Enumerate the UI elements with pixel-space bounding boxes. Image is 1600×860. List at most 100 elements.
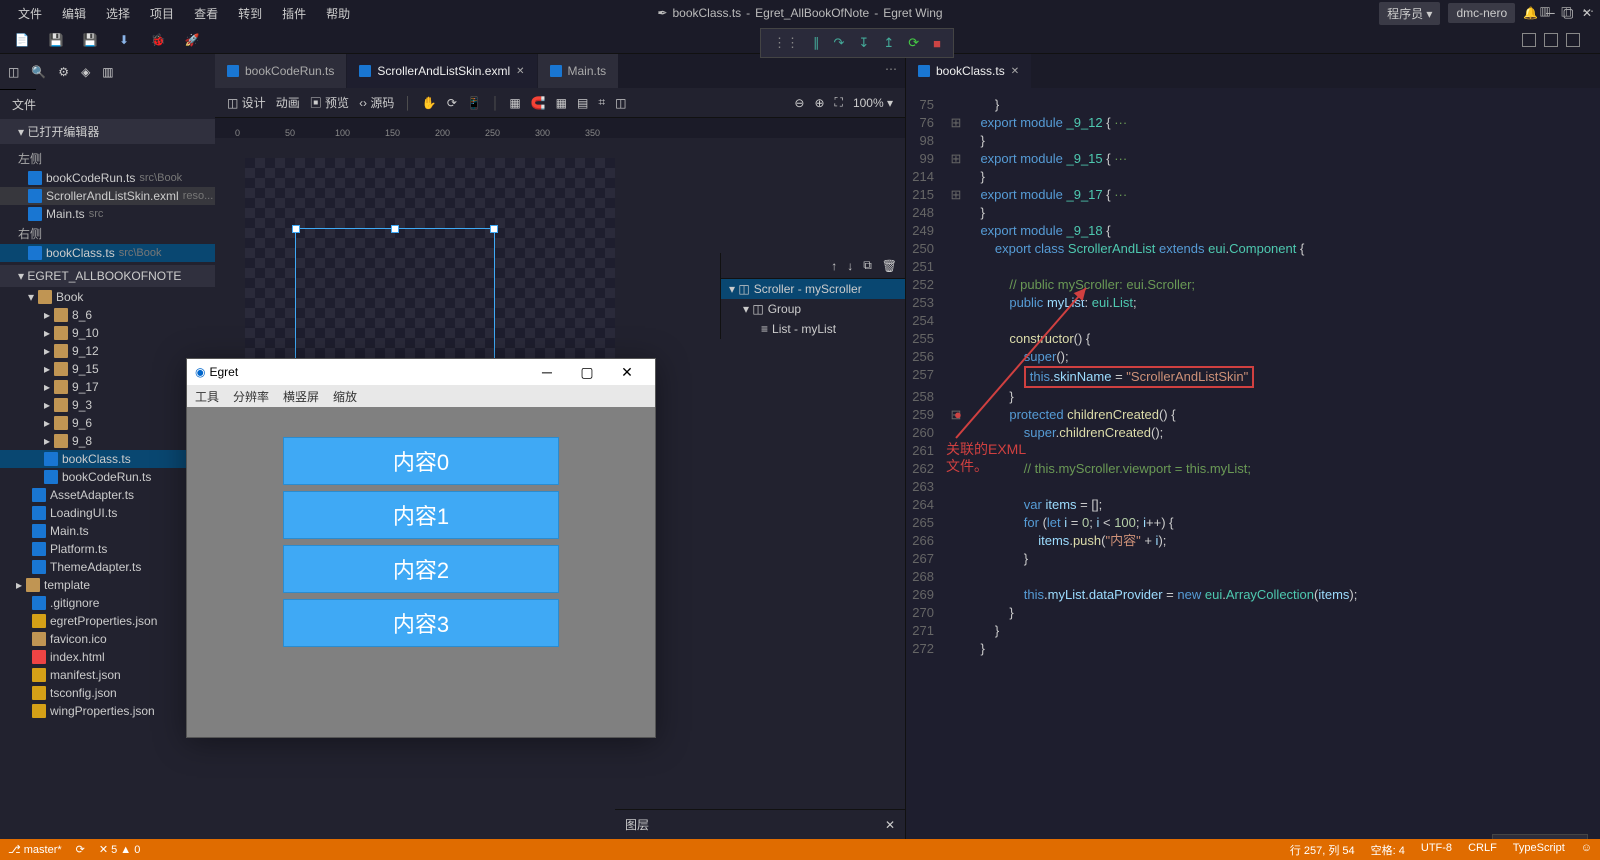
folder-book[interactable]: ▾Book bbox=[0, 288, 215, 306]
egret-minimize-button[interactable]: ─ bbox=[527, 364, 567, 380]
egret-list-item[interactable]: 内容1 bbox=[283, 491, 559, 539]
grid-icon[interactable]: ▦ bbox=[556, 96, 567, 110]
egret-preview-window[interactable]: ◉ Egret ─ ▢ ✕ 工具分辨率横竖屏缩放 内容0内容1内容2内容3 bbox=[186, 358, 656, 738]
layout-left-icon[interactable] bbox=[1522, 33, 1536, 47]
code-line[interactable]: 76⊞ export module _9_12 { ··· bbox=[906, 114, 1600, 132]
debug-step-into-icon[interactable]: ↧ bbox=[858, 35, 869, 51]
zoom-out-icon[interactable]: ⊖ bbox=[794, 96, 804, 110]
ruler-icon[interactable]: ◫ bbox=[615, 96, 626, 110]
code-line[interactable]: 269 this.myList.dataProvider = new eui.A… bbox=[906, 586, 1600, 604]
run-icon[interactable]: 🚀 bbox=[184, 32, 200, 48]
egret-list-item[interactable]: 内容0 bbox=[283, 437, 559, 485]
layout-toggle[interactable] bbox=[1516, 33, 1586, 47]
code-line[interactable]: 264 var items = []; bbox=[906, 496, 1600, 514]
file-Main.ts[interactable]: Main.ts bbox=[0, 522, 215, 540]
preview-mode-btn[interactable]: ▣ 预览 bbox=[310, 94, 349, 111]
code-line[interactable]: 270 } bbox=[906, 604, 1600, 622]
menu-转到[interactable]: 转到 bbox=[228, 2, 272, 25]
tab-ScrollerAndListSkin.exml[interactable]: ScrollerAndListSkin.exml✕ bbox=[347, 54, 537, 88]
file-egretProperties.json[interactable]: egretProperties.json bbox=[0, 612, 215, 630]
folder-8_6[interactable]: ▸ 8_6 bbox=[0, 306, 215, 324]
columns-icon[interactable]: ◫ bbox=[1561, 4, 1572, 18]
code-line[interactable]: 267 } bbox=[906, 550, 1600, 568]
debug-stop-icon[interactable]: ■ bbox=[933, 36, 941, 51]
folder-9_8[interactable]: ▸ 9_8 bbox=[0, 432, 215, 450]
tab-Main.ts[interactable]: Main.ts bbox=[538, 54, 620, 88]
role-dropdown[interactable]: 程序员 ▾ bbox=[1379, 2, 1440, 25]
device-tool-icon[interactable]: 📱 bbox=[467, 96, 482, 110]
eol-info[interactable]: CRLF bbox=[1468, 842, 1497, 858]
code-line[interactable]: 252 // public myScroller: eui.Scroller; bbox=[906, 276, 1600, 294]
feedback-icon[interactable]: ☺ bbox=[1581, 842, 1592, 858]
design-mode-btn[interactable]: ◫ 设计 bbox=[227, 94, 266, 111]
egret-menu-缩放[interactable]: 缩放 bbox=[333, 388, 357, 405]
layout-right-icon[interactable] bbox=[1566, 33, 1580, 47]
code-line[interactable]: 254 bbox=[906, 312, 1600, 330]
grid2-icon[interactable]: ▤ bbox=[577, 96, 588, 110]
fit-icon[interactable]: ⛶ bbox=[835, 95, 843, 110]
outline-move-up-icon[interactable]: ↑ bbox=[831, 259, 837, 273]
magnet-icon[interactable]: 🧲 bbox=[531, 96, 546, 110]
file-.gitignore[interactable]: .gitignore bbox=[0, 594, 215, 612]
egret-menu-工具[interactable]: 工具 bbox=[195, 388, 219, 405]
code-line[interactable]: 75 } bbox=[906, 96, 1600, 114]
code-line[interactable]: 265 for (let i = 0; i < 100; i++) { bbox=[906, 514, 1600, 532]
folder-9_10[interactable]: ▸ 9_10 bbox=[0, 324, 215, 342]
folder-9_3[interactable]: ▸ 9_3 bbox=[0, 396, 215, 414]
code-line[interactable]: 268 bbox=[906, 568, 1600, 586]
zoom-in-icon[interactable]: ⊕ bbox=[814, 96, 824, 110]
outline-scroller[interactable]: ▾ ◫ Scroller - myScroller bbox=[721, 279, 905, 299]
outline-delete-icon[interactable]: 🗑 bbox=[882, 259, 897, 273]
code-line[interactable]: 214 } bbox=[906, 168, 1600, 186]
file-AssetAdapter.ts[interactable]: AssetAdapter.ts bbox=[0, 486, 215, 504]
code-line[interactable]: 271 } bbox=[906, 622, 1600, 640]
code-line[interactable]: 262 // this.myScroller.viewport = this.m… bbox=[906, 460, 1600, 478]
encoding-info[interactable]: UTF-8 bbox=[1421, 842, 1452, 858]
code-line[interactable]: 249 export module _9_18 { bbox=[906, 222, 1600, 240]
tab-bookClass.ts[interactable]: bookClass.ts✕ bbox=[906, 54, 1032, 88]
hand-tool-icon[interactable]: ✋ bbox=[422, 96, 437, 110]
debug-drag-icon[interactable]: ⋮⋮ bbox=[773, 35, 799, 51]
outline-move-down-icon[interactable]: ↓ bbox=[847, 259, 853, 273]
source-mode-btn[interactable]: ‹› 源码 bbox=[359, 94, 394, 111]
egret-menu-横竖屏[interactable]: 横竖屏 bbox=[283, 388, 319, 405]
code-line[interactable]: 99⊞ export module _9_15 { ··· bbox=[906, 150, 1600, 168]
build-icon[interactable]: ⬇ bbox=[116, 32, 132, 48]
code-line[interactable]: 266 items.push("内容" + i); bbox=[906, 532, 1600, 550]
code-line[interactable]: 256 super(); bbox=[906, 348, 1600, 366]
open-editor-item[interactable]: bookCodeRun.ts src\Book bbox=[0, 169, 215, 187]
menu-文件[interactable]: 文件 bbox=[8, 2, 52, 25]
project-header[interactable]: ▾ EGRET_ALLBOOKOFNOTE bbox=[0, 265, 215, 287]
explorer-icon[interactable]: ◫ bbox=[8, 65, 19, 79]
debug-restart-icon[interactable]: ⟳ bbox=[908, 35, 919, 51]
debug-step-out-icon[interactable]: ↥ bbox=[883, 35, 894, 51]
file-bookCodeRun.ts[interactable]: bookCodeRun.ts bbox=[0, 468, 215, 486]
code-line[interactable]: 253 public myList: eui.List; bbox=[906, 294, 1600, 312]
new-file-icon[interactable]: 📄 bbox=[14, 32, 30, 48]
sync-icon[interactable]: ⟳ bbox=[76, 843, 85, 856]
save-icon[interactable]: 💾 bbox=[48, 32, 64, 48]
code-line[interactable]: 248 } bbox=[906, 204, 1600, 222]
code-line[interactable]: 259⊟● protected childrenCreated() { bbox=[906, 406, 1600, 424]
layout-bottom-icon[interactable] bbox=[1544, 33, 1558, 47]
debug-pause-icon[interactable]: ∥ bbox=[813, 35, 820, 51]
menu-项目[interactable]: 项目 bbox=[140, 2, 184, 25]
code-line[interactable]: 98 } bbox=[906, 132, 1600, 150]
debug-step-over-icon[interactable]: ↷ bbox=[834, 35, 845, 51]
outline-group[interactable]: ▾ ◫ Group bbox=[721, 299, 905, 319]
git-icon[interactable]: ⚙ bbox=[58, 65, 69, 79]
code-editor[interactable]: 关联的EXML 文件。 75 }76⊞ export module _9_12 … bbox=[906, 88, 1600, 839]
zoom-value[interactable]: 100% ▾ bbox=[853, 96, 893, 110]
open-editor-item[interactable]: Main.ts src bbox=[0, 205, 215, 223]
egret-list-item[interactable]: 内容3 bbox=[283, 599, 559, 647]
file-ThemeAdapter.ts[interactable]: ThemeAdapter.ts bbox=[0, 558, 215, 576]
menu-查看[interactable]: 查看 bbox=[184, 2, 228, 25]
language-mode[interactable]: TypeScript bbox=[1513, 842, 1565, 858]
layers-close-icon[interactable]: ✕ bbox=[885, 818, 895, 832]
file-favicon.ico[interactable]: favicon.ico bbox=[0, 630, 215, 648]
split-icon[interactable]: ▥ bbox=[102, 65, 113, 79]
refresh-tool-icon[interactable]: ⟳ bbox=[447, 96, 457, 110]
open-editors-header[interactable]: ▾ 已打开编辑器 bbox=[0, 119, 215, 144]
bell-icon[interactable]: 🔔 bbox=[1523, 6, 1538, 20]
git-branch[interactable]: ⎇ master* bbox=[8, 843, 62, 856]
